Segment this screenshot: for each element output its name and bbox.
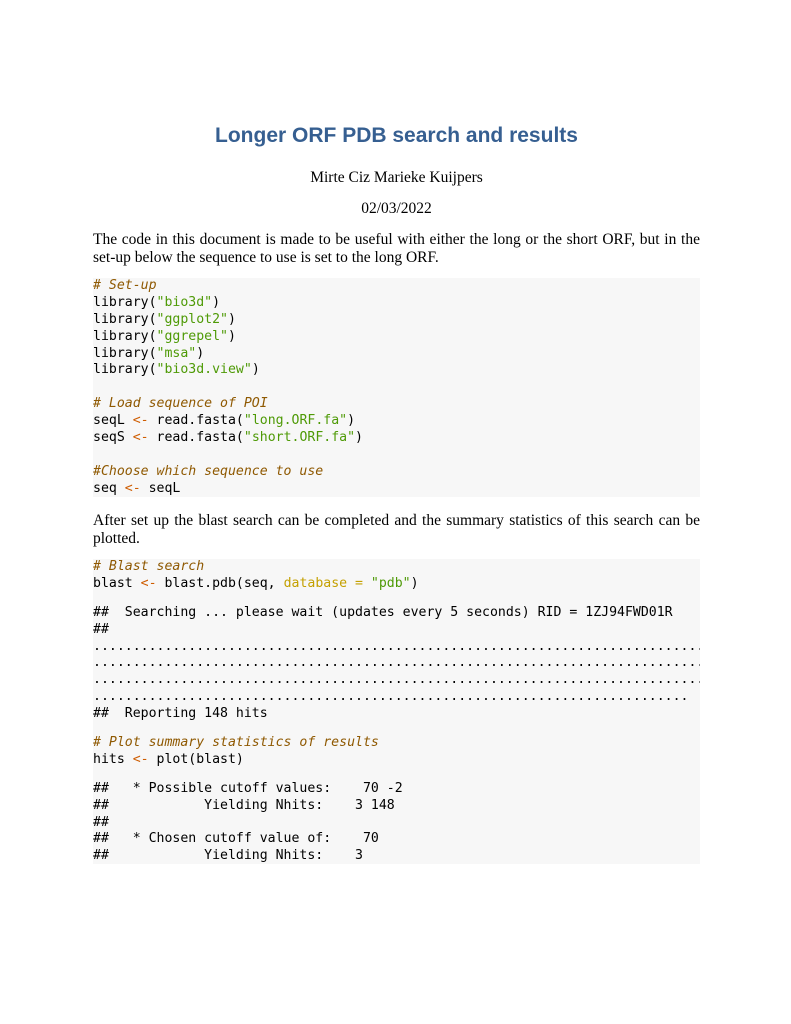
code-paren: )	[251, 362, 260, 378]
author-name: Mirte Ciz Marieke Kuijpers	[310, 169, 483, 186]
code-line: # Load sequence of POI	[93, 396, 700, 413]
code-output: ##	[93, 621, 109, 637]
code-var: hits	[93, 751, 133, 767]
code-line: seq <- seqL	[93, 481, 700, 498]
code-paren: )	[196, 345, 205, 361]
code-paren: )	[347, 413, 356, 429]
code-fn: library(	[93, 328, 157, 344]
code-comment: # Blast search	[93, 559, 205, 574]
code-line: library("bio3d")	[93, 295, 700, 312]
code-line: # Plot summary statistics of results	[93, 735, 700, 752]
code-comment: # Load sequence of POI	[93, 396, 268, 412]
code-comment: # Plot summary statistics of results	[93, 735, 379, 751]
code-argument: database =	[283, 575, 363, 591]
code-fn: library(	[93, 345, 157, 361]
code-line: blast <- blast.pdb(seq, database = "pdb"…	[93, 576, 700, 593]
code-fn: read.fasta(	[148, 430, 244, 446]
code-line: seqS <- read.fasta("short.ORF.fa")	[93, 430, 700, 447]
code-output: ........................................…	[93, 638, 700, 654]
code-fn: plot(blast)	[148, 751, 244, 767]
code-paren: )	[410, 575, 419, 591]
code-operator: <-	[132, 413, 149, 429]
code-operator: <-	[132, 430, 149, 446]
code-string: "ggplot2"	[156, 311, 228, 327]
code-output: ## Yielding Nhits: 3 148	[93, 797, 395, 813]
code-var: seqS	[93, 430, 133, 446]
code-string: "bio3d"	[156, 294, 213, 310]
code-output: ## Reporting 148 hits	[93, 706, 268, 722]
code-line: library("bio3d.view")	[93, 362, 700, 379]
code-paren: )	[212, 294, 221, 310]
setup-code-block: # Set-up library("bio3d") library("ggplo…	[93, 278, 700, 497]
code-operator: <-	[132, 751, 149, 767]
blast-code-block: # Blast search blast <- blast.pdb(seq, d…	[93, 559, 700, 864]
code-line: # Blast search	[93, 559, 700, 576]
code-string: "ggrepel"	[156, 328, 228, 344]
code-line: hits <- plot(blast)	[93, 752, 700, 769]
code-fn: read.fasta(	[148, 413, 244, 429]
code-comment: # Set-up	[93, 278, 157, 293]
code-var: seq	[93, 480, 125, 496]
document-date: 02/03/2022	[361, 200, 432, 217]
code-line: # Set-up	[93, 278, 700, 295]
intro-paragraph: The code in this document is made to be …	[93, 231, 700, 266]
code-var: seqL	[93, 413, 133, 429]
code-var: blast	[93, 575, 141, 591]
code-output: ## Searching ... please wait (updates ev…	[93, 604, 673, 620]
code-string: "long.ORF.fa"	[243, 413, 348, 429]
code-string: "msa"	[156, 345, 197, 361]
code-operator: <-	[140, 575, 157, 591]
code-paren: )	[228, 328, 236, 344]
code-paren: )	[228, 311, 236, 327]
code-output: ........................................…	[93, 672, 700, 688]
code-comment: #Choose which sequence to use	[93, 463, 324, 479]
blast-paragraph: After set up the blast search can be com…	[93, 512, 700, 547]
code-var: seqL	[140, 480, 181, 496]
code-fn: library(	[93, 362, 157, 378]
code-fn: blast.pdb(seq,	[156, 575, 284, 591]
code-string: "pdb"	[362, 575, 411, 591]
code-line: library("ggrepel")	[93, 329, 700, 346]
code-fn: library(	[93, 311, 157, 327]
code-line: #Choose which sequence to use	[93, 464, 700, 481]
code-output: ## * Chosen cutoff value of: 70	[93, 831, 379, 847]
code-output: ## Yielding Nhits: 3	[93, 848, 363, 864]
code-output: ........................................…	[93, 655, 700, 671]
code-fn: library(	[93, 294, 157, 310]
code-output: ........................................…	[93, 689, 689, 705]
code-paren: )	[355, 430, 363, 446]
code-output: ##	[93, 814, 109, 830]
code-string: "bio3d.view"	[156, 362, 252, 378]
page-title: Longer ORF PDB search and results	[215, 124, 578, 147]
code-line: library("ggplot2")	[93, 312, 700, 329]
code-string: "short.ORF.fa"	[243, 430, 356, 446]
code-operator: <-	[124, 480, 141, 496]
code-output: ## * Possible cutoff values: 70 -2	[93, 780, 403, 796]
code-line: seqL <- read.fasta("long.ORF.fa")	[93, 413, 700, 430]
code-line: library("msa")	[93, 346, 700, 363]
